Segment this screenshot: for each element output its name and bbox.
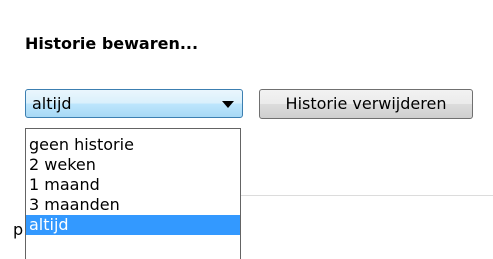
clear-history-button[interactable]: Historie verwijderen xyxy=(259,89,473,119)
chevron-down-icon xyxy=(222,101,234,108)
dropdown-option-1-maand[interactable]: 1 maand xyxy=(26,175,240,195)
dropdown-option-2-weken[interactable]: 2 weken xyxy=(26,155,240,175)
history-settings-panel: Historie bewaren... altijd Historie verw… xyxy=(0,0,493,259)
obscured-label-fragment: p xyxy=(13,220,24,239)
section-divider xyxy=(232,195,493,196)
dropdown-option-geen-historie[interactable]: geen historie xyxy=(26,135,240,155)
history-section-title: Historie bewaren... xyxy=(25,34,199,53)
history-duration-dropdown-list: geen historie 2 weken 1 maand 3 maanden … xyxy=(25,128,241,259)
dropdown-option-3-maanden[interactable]: 3 maanden xyxy=(26,195,240,215)
history-duration-select[interactable]: altijd xyxy=(25,89,243,118)
history-duration-selected-value: altijd xyxy=(32,94,72,113)
clear-history-button-label: Historie verwijderen xyxy=(285,94,447,113)
dropdown-option-altijd[interactable]: altijd xyxy=(26,215,240,235)
